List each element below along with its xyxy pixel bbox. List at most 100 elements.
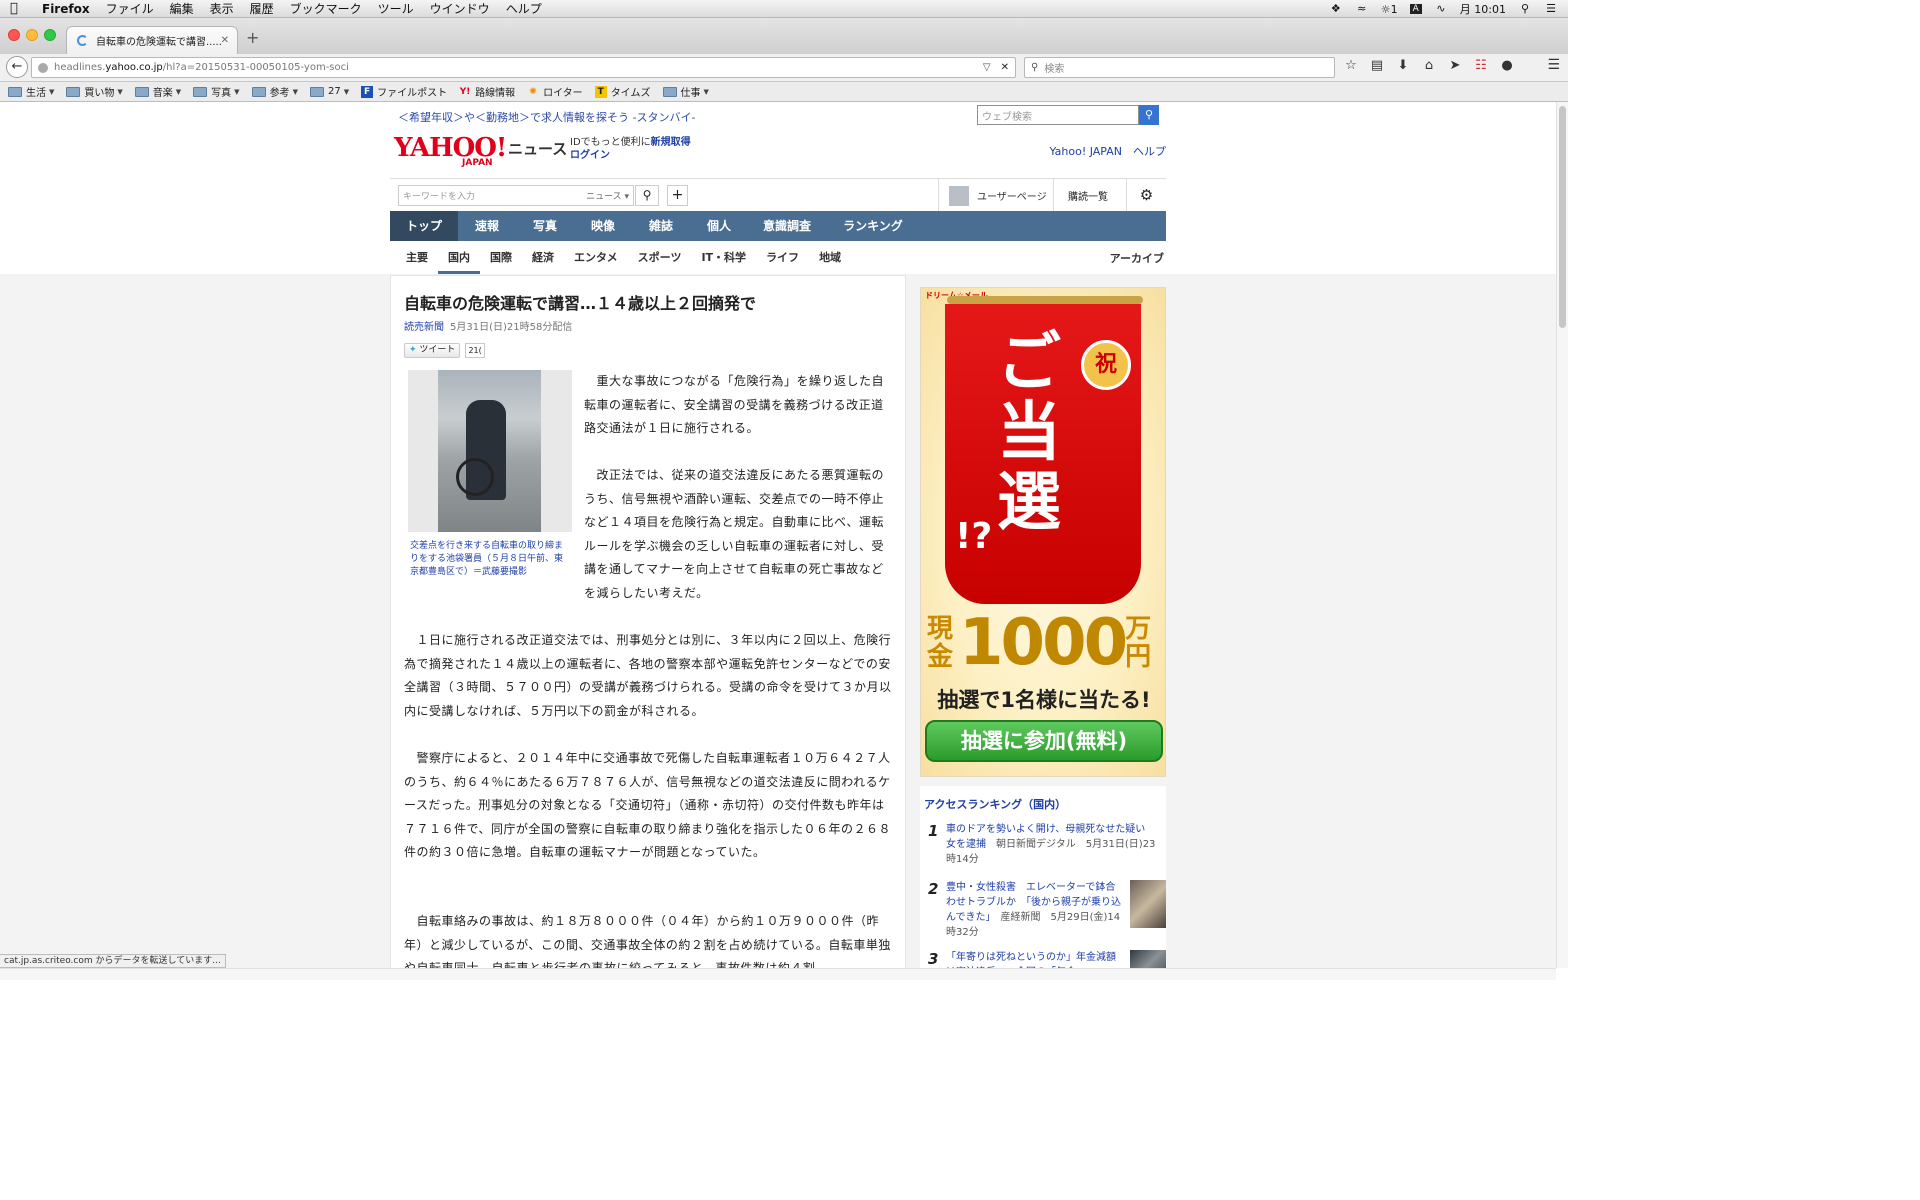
- ad-cta-button[interactable]: 抽選に参加(無料): [925, 720, 1163, 762]
- menu-file[interactable]: ファイル: [106, 0, 154, 18]
- ranking-title[interactable]: 「年寄りは死ねというのか」年金減額は憲法違反――全国の「年金: [946, 952, 1116, 968]
- browser-search-box[interactable]: ⚲ 検索: [1024, 57, 1335, 78]
- article-paragraph: 自転車絡みの事故は、約１８万８０００件（０４年）から約１０万９０００件（昨年）と…: [404, 914, 891, 968]
- close-window-button[interactable]: [8, 29, 20, 41]
- settings-button[interactable]: ⚙: [1126, 179, 1166, 212]
- ranking-item[interactable]: 2 豊中・女性殺害 エレベーターで鉢合わせトラブルか 「後から親子が乗り込んでき…: [920, 880, 1166, 938]
- yahoo-japan-logo[interactable]: YAHOO! JAPAN: [394, 134, 507, 168]
- site-identity-icon[interactable]: [38, 62, 48, 73]
- back-button[interactable]: ←: [6, 56, 28, 78]
- menu-help[interactable]: ヘルプ: [506, 0, 542, 18]
- bookmark-folder-photo[interactable]: 写真 ▼: [193, 84, 240, 99]
- stop-loading-icon[interactable]: ✕: [1001, 62, 1009, 73]
- ranking-item[interactable]: 3 「年寄りは死ねというのか」年金減額は憲法違反――全国の「年金: [920, 950, 1166, 968]
- downloads-icon[interactable]: ⬇: [1394, 58, 1412, 73]
- article-photo[interactable]: [408, 370, 572, 532]
- menu-bookmarks[interactable]: ブックマーク: [290, 0, 362, 18]
- web-search-input[interactable]: ウェブ検索: [977, 105, 1139, 125]
- cat-domestic[interactable]: 国内: [438, 241, 480, 274]
- input-method-icon[interactable]: A: [1409, 4, 1422, 14]
- bookmark-filepost[interactable]: F ファイルポスト: [361, 84, 447, 99]
- new-tab-button[interactable]: +: [246, 30, 259, 46]
- menu-edit[interactable]: 編集: [170, 0, 194, 18]
- nav-survey[interactable]: 意識調査: [748, 211, 826, 241]
- bookmark-folder-work[interactable]: 仕事 ▼: [662, 84, 709, 99]
- menu-history[interactable]: 履歴: [250, 0, 274, 18]
- archive-link[interactable]: アーカイブ: [1110, 250, 1166, 266]
- bookmark-reuters[interactable]: ✺ ロイター: [527, 84, 582, 100]
- subscriptions-link[interactable]: 購読一覧: [1053, 179, 1122, 212]
- nav-video[interactable]: 映像: [574, 211, 632, 241]
- cat-it-science[interactable]: IT・科学: [691, 241, 756, 274]
- wifi-icon[interactable]: ∿: [1434, 3, 1448, 15]
- browser-tab[interactable]: 自転車の危険運転で講習...... ✕: [66, 26, 238, 54]
- bookmark-star-icon[interactable]: ☆: [1342, 58, 1360, 73]
- ranking-item[interactable]: 1 車のドアを勢いよく開け、母親死なせた疑い 女を逮捕 朝日新聞デジタル 5月3…: [920, 822, 1166, 866]
- nav-breaking[interactable]: 速報: [458, 211, 516, 241]
- menu-window[interactable]: ウインドウ: [430, 0, 490, 18]
- web-search-button[interactable]: ⚲: [1139, 105, 1159, 125]
- close-tab-icon[interactable]: ✕: [221, 35, 229, 46]
- apple-icon[interactable]: : [10, 1, 24, 16]
- bookmark-folder-reference[interactable]: 参考 ▼: [251, 84, 298, 99]
- cat-entertainment[interactable]: エンタメ: [564, 241, 628, 274]
- keyword-search-button[interactable]: ⚲: [635, 185, 659, 206]
- bookmark-folder-life[interactable]: 生活 ▼: [8, 84, 54, 99]
- menu-view[interactable]: 表示: [210, 0, 234, 18]
- notification-icon[interactable]: ☼1: [1381, 3, 1398, 16]
- cat-local[interactable]: 地域: [809, 241, 851, 274]
- nav-photo[interactable]: 写真: [516, 211, 574, 241]
- advertisement-banner[interactable]: ドリーム☆メール ご当選 祝 !? 現金 1000 万円 抽選で1名様に当たる!…: [920, 287, 1166, 777]
- ad-headline: ご当選: [997, 326, 1061, 540]
- promo-link[interactable]: ＜希望年収＞や＜勤務地＞で求人情報を探そう -スタンバイ-: [398, 109, 695, 125]
- add-button[interactable]: +: [667, 185, 688, 206]
- header-links[interactable]: Yahoo! JAPAN ヘルプ: [1049, 143, 1166, 159]
- bookmark-times[interactable]: T タイムズ: [594, 84, 651, 99]
- nav-magazine[interactable]: 雑誌: [632, 211, 690, 241]
- user-page-link[interactable]: ユーザーページ: [938, 179, 1057, 212]
- bookmark-folder-27[interactable]: 27 ▼: [309, 86, 349, 97]
- tweet-button[interactable]: ✦ ツイート: [404, 343, 461, 358]
- bookmark-folder-music[interactable]: 音楽 ▼: [134, 84, 181, 99]
- article-source-link[interactable]: 読売新聞: [404, 322, 444, 333]
- menu-app-name[interactable]: Firefox: [42, 0, 90, 18]
- cat-life[interactable]: ライフ: [756, 241, 809, 274]
- nav-individual[interactable]: 個人: [690, 211, 748, 241]
- photo-caption[interactable]: 交差点を行き来する自転車の取り締まりをする池袋署員（５月８日午前、東京都豊島区で…: [410, 540, 566, 579]
- cat-sports[interactable]: スポーツ: [628, 241, 692, 274]
- cat-international[interactable]: 国際: [480, 241, 522, 274]
- bookmark-folder-shopping[interactable]: 買い物 ▼: [66, 84, 123, 99]
- dropbox-icon[interactable]: ❖: [1329, 3, 1343, 15]
- nav-top[interactable]: トップ: [390, 211, 458, 241]
- bookmark-route-info[interactable]: Y! 路線情報: [459, 84, 515, 100]
- minimize-window-button[interactable]: [26, 29, 38, 41]
- login-link[interactable]: ログイン: [570, 150, 610, 161]
- spotlight-icon[interactable]: ⚲: [1518, 3, 1532, 15]
- reading-list-icon[interactable]: ▤: [1368, 58, 1386, 73]
- keyword-input[interactable]: キーワードを入力 ニュース ▾: [398, 185, 634, 206]
- hamburger-menu-icon[interactable]: ☰: [1547, 57, 1560, 73]
- ranking-thumbnail[interactable]: [1130, 880, 1166, 928]
- ranking-thumbnail[interactable]: [1130, 950, 1166, 968]
- translate-icon[interactable]: ☷: [1472, 58, 1490, 73]
- home-icon[interactable]: ⌂: [1420, 58, 1438, 73]
- send-icon[interactable]: ➤: [1446, 58, 1464, 73]
- menu-tools[interactable]: ツール: [378, 0, 414, 18]
- wifi-status-icon[interactable]: ≈: [1355, 3, 1369, 15]
- keyword-scope-select[interactable]: ニュース ▾: [586, 189, 629, 202]
- horizontal-scrollbar[interactable]: [0, 968, 1556, 980]
- tweet-label: ツイート: [419, 345, 456, 355]
- zoom-window-button[interactable]: [44, 29, 56, 41]
- nav-ranking[interactable]: ランキング: [826, 211, 920, 241]
- cat-main[interactable]: 主要: [396, 241, 438, 274]
- url-bar[interactable]: headlines. yahoo.co.jp /hl?a=20150531-00…: [31, 57, 1016, 78]
- url-dropdown-icon[interactable]: ▽: [983, 62, 991, 73]
- menu-clock[interactable]: 月 10:01: [1460, 1, 1506, 17]
- cat-economy[interactable]: 経済: [522, 241, 564, 274]
- notification-center-icon[interactable]: ☰: [1544, 3, 1558, 15]
- signup-link[interactable]: 新規取得: [651, 137, 691, 148]
- scrollbar-thumb[interactable]: [1559, 106, 1566, 328]
- vertical-scrollbar[interactable]: [1556, 102, 1568, 968]
- chat-icon[interactable]: ●: [1498, 58, 1516, 73]
- news-brand[interactable]: ニュース: [508, 138, 567, 159]
